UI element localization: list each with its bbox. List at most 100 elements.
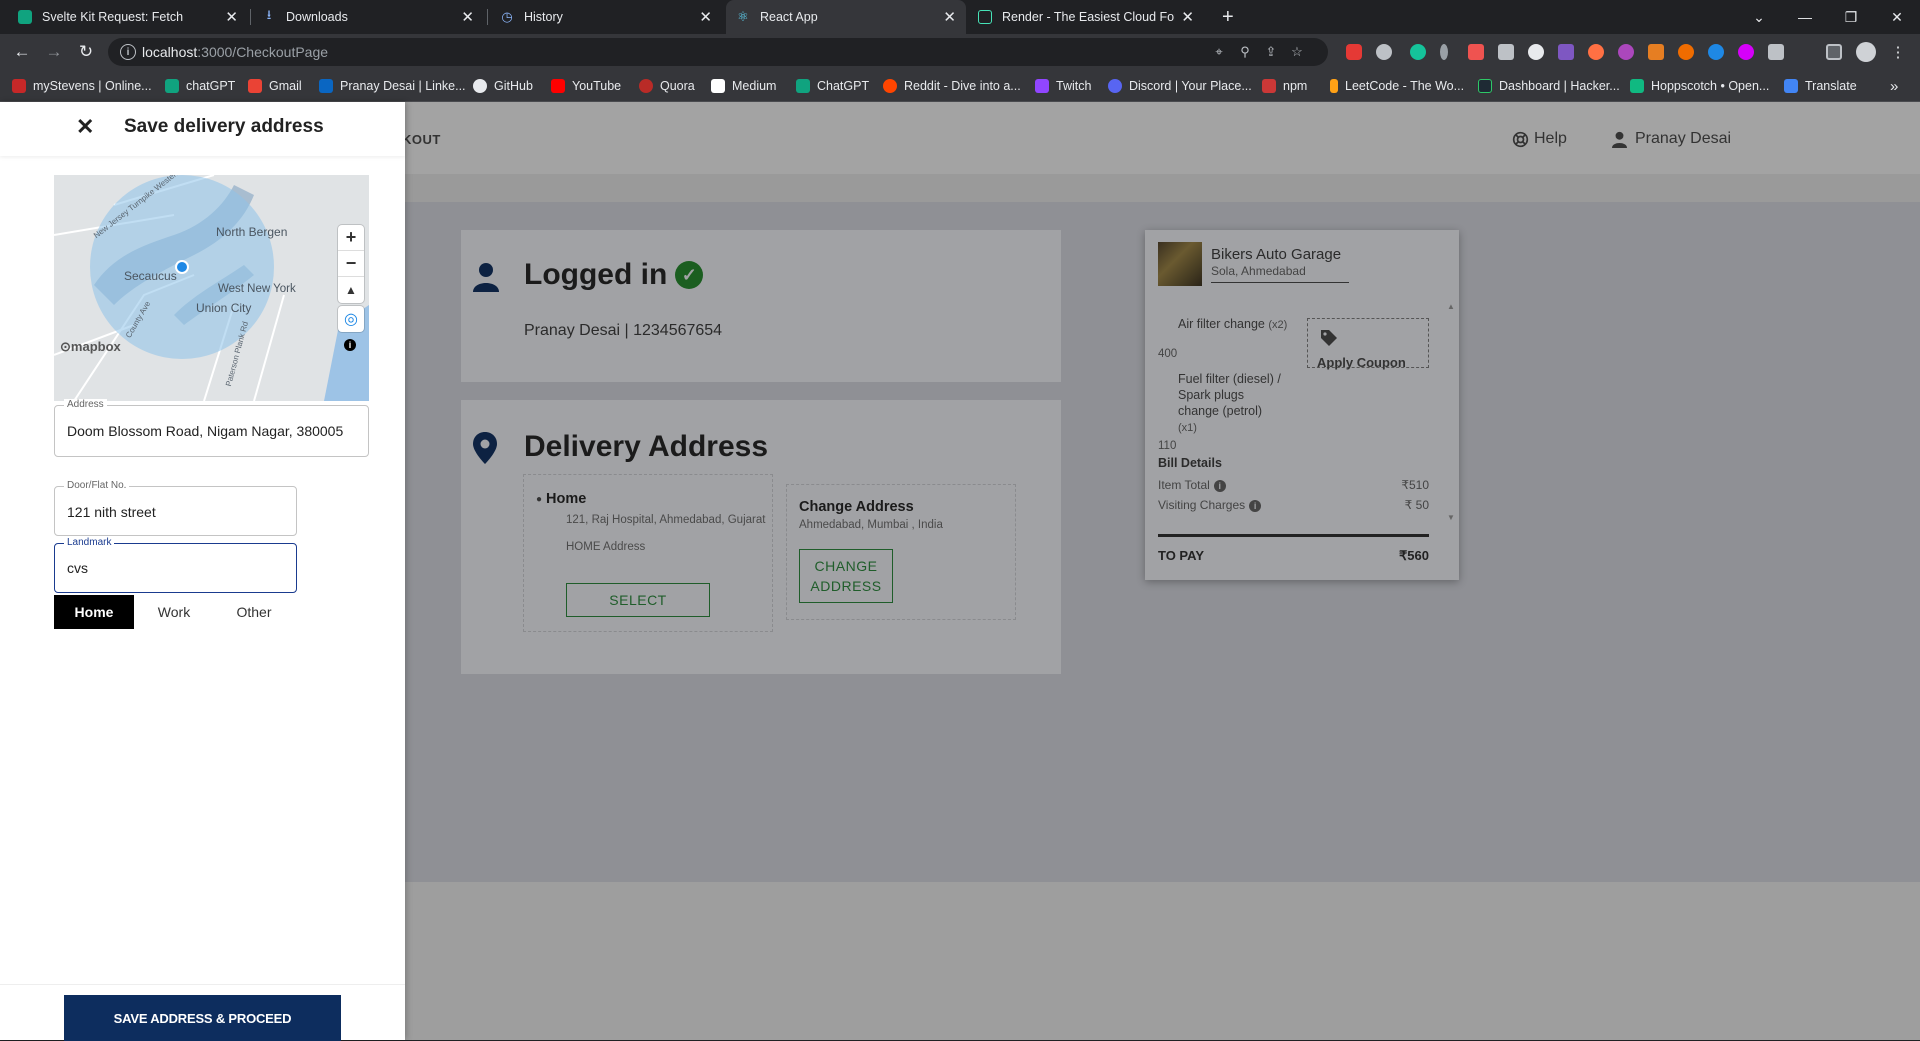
close-tab-icon[interactable]: ✕ (943, 8, 956, 26)
chatgpt-icon (165, 79, 179, 93)
zoom-icon[interactable]: ⚲ (1238, 44, 1252, 59)
geolocate-button[interactable]: ◎ (338, 306, 364, 332)
location-map[interactable]: North Bergen Secaucus West New York Unio… (54, 175, 369, 401)
attribution-info-icon[interactable]: i (344, 339, 356, 351)
apply-coupon-button[interactable]: Apply Coupon (1307, 318, 1429, 370)
door-flat-field[interactable]: Door/Flat No. 121 nith street (54, 480, 297, 536)
back-button[interactable]: ← (10, 40, 34, 64)
close-icon[interactable]: ✕ (76, 114, 94, 140)
bookmark-item[interactable]: Reddit - Dive into a... (883, 76, 1021, 96)
bookmark-item[interactable]: Gmail (248, 76, 302, 96)
tag-other[interactable]: Other (214, 595, 294, 629)
info-icon[interactable]: i (1249, 499, 1262, 512)
cart-scrollbar[interactable]: ▲ ▼ (1445, 302, 1455, 522)
extension-icon[interactable] (1528, 44, 1544, 60)
garage-thumbnail (1158, 242, 1202, 286)
landmark-field[interactable]: Landmark cvs (54, 537, 297, 593)
bookmark-item[interactable]: Hoppscotch • Open... (1630, 76, 1769, 96)
address-field[interactable]: Address Doom Blossom Road, Nigam Nagar, … (54, 399, 369, 457)
forward-button[interactable]: → (42, 40, 66, 64)
bookmark-item[interactable]: Quora (639, 76, 695, 96)
close-tab-icon[interactable]: ✕ (1181, 8, 1194, 26)
address-bar[interactable]: i localhost:3000/CheckoutPage ⌖ ⚲ ⇪ ☆ (108, 38, 1328, 66)
close-tab-icon[interactable]: ✕ (225, 8, 238, 26)
cart-item-price: 110 (1158, 440, 1177, 452)
puzzle-extensions-icon[interactable] (1768, 44, 1784, 60)
user-icon (1612, 131, 1627, 148)
compass-button[interactable]: ▲ (338, 277, 364, 303)
zoom-out-button[interactable]: − (338, 251, 364, 277)
close-tab-icon[interactable]: ✕ (699, 8, 712, 26)
bookmark-item[interactable]: YouTube (551, 76, 621, 96)
saved-address-home: ● Home 121, Raj Hospital, Ahmedabad, Guj… (523, 474, 773, 632)
info-icon[interactable]: i (1213, 479, 1226, 492)
browser-tab-downloads[interactable]: ⭳ Downloads ✕ (252, 0, 484, 34)
sidepanel-icon[interactable] (1826, 44, 1842, 60)
youtube-icon (551, 79, 565, 93)
grammarly-extension-icon[interactable] (1410, 44, 1426, 60)
select-address-button[interactable]: SELECT (566, 583, 710, 617)
bookmark-item[interactable]: GitHub (473, 76, 533, 96)
adblock-extension-icon[interactable] (1346, 44, 1362, 60)
bookmark-item[interactable]: Twitch (1035, 76, 1091, 96)
camera-extension-icon[interactable] (1498, 44, 1514, 60)
location-icon[interactable]: ⌖ (1212, 44, 1226, 59)
browser-tab-render[interactable]: Render - The Easiest Cloud For All Your … (968, 0, 1204, 34)
profile-avatar[interactable] (1856, 42, 1876, 62)
bookmark-item[interactable]: Medium (711, 76, 776, 96)
reload-button[interactable]: ↻ (74, 40, 98, 64)
close-tab-icon[interactable]: ✕ (461, 8, 474, 26)
share-icon[interactable]: ⇪ (1264, 44, 1278, 59)
tag-home[interactable]: Home (54, 595, 134, 629)
mapbox-logo[interactable]: ⊙mapbox (60, 339, 121, 355)
reddit-icon (883, 79, 897, 93)
browser-tab-history[interactable]: ◷ History ✕ (490, 0, 722, 34)
extension-icon[interactable] (1738, 44, 1754, 60)
hoppscotch-icon (1630, 79, 1644, 93)
extension-icon[interactable] (1468, 44, 1484, 60)
close-window-button[interactable]: ✕ (1874, 0, 1920, 34)
leetcode-icon (1330, 79, 1338, 93)
browser-tab-svelte[interactable]: Svelte Kit Request: Fetch ✕ (8, 0, 248, 34)
garage-location: Sola, Ahmedabad (1211, 264, 1349, 283)
extension-icon[interactable] (1440, 44, 1448, 60)
change-address-button[interactable]: CHANGE ADDRESS (799, 549, 893, 603)
hackerrank-icon (1478, 79, 1492, 93)
tab-search-icon[interactable]: ⌄ (1736, 0, 1782, 34)
bookmark-item[interactable]: npm (1262, 76, 1307, 96)
bookmark-item[interactable]: LeetCode - The Wo... (1330, 76, 1464, 96)
url-host: localhost (142, 44, 198, 60)
visiting-charges-row: Visiting Charges i ₹ 50 (1158, 498, 1429, 512)
minimize-button[interactable]: — (1782, 0, 1828, 34)
tag-work[interactable]: Work (134, 595, 214, 629)
restore-button[interactable]: ❐ (1828, 0, 1874, 34)
bookmark-favicon-icon (12, 79, 26, 93)
bookmark-item[interactable]: ChatGPT (796, 76, 869, 96)
more-bookmarks-icon[interactable]: » (1890, 76, 1898, 96)
extension-icon[interactable] (1678, 44, 1694, 60)
user-menu[interactable]: Pranay Desai (1612, 130, 1731, 148)
bookmark-item[interactable]: Pranay Desai | Linke... (319, 76, 466, 96)
shazam-extension-icon[interactable] (1708, 44, 1724, 60)
change-address-box: Change Address Ahmedabad, Mumbai , India… (786, 484, 1016, 620)
site-info-icon[interactable]: i (120, 44, 136, 60)
bookmark-item[interactable]: chatGPT (165, 76, 235, 96)
browser-menu-icon[interactable]: ⋮ (1886, 40, 1910, 64)
pen-extension-icon[interactable] (1376, 44, 1392, 60)
extension-icon[interactable] (1558, 44, 1574, 60)
cart-items-scroll[interactable]: Air filter change (x2) 400 Fuel filter (… (1145, 302, 1459, 520)
help-link[interactable]: Help (1512, 130, 1567, 148)
bookmark-item[interactable]: myStevens | Online... (12, 76, 152, 96)
new-tab-button[interactable]: + (1212, 0, 1242, 34)
zoom-in-button[interactable]: + (338, 225, 364, 251)
bookmark-item[interactable]: Translate (1784, 76, 1857, 96)
bookmark-star-icon[interactable]: ☆ (1290, 44, 1304, 59)
bookmark-item[interactable]: Discord | Your Place... (1108, 76, 1252, 96)
metamask-extension-icon[interactable] (1648, 44, 1664, 60)
save-address-button[interactable]: SAVE ADDRESS & PROCEED (64, 995, 341, 1041)
bookmark-item[interactable]: Dashboard | Hacker... (1478, 76, 1620, 96)
browser-tab-react-app[interactable]: ⚛ React App ✕ (726, 0, 966, 34)
extension-icon[interactable] (1588, 44, 1604, 60)
address-type-tabs: Home Work Other (54, 595, 294, 629)
extension-icon[interactable] (1618, 44, 1634, 60)
